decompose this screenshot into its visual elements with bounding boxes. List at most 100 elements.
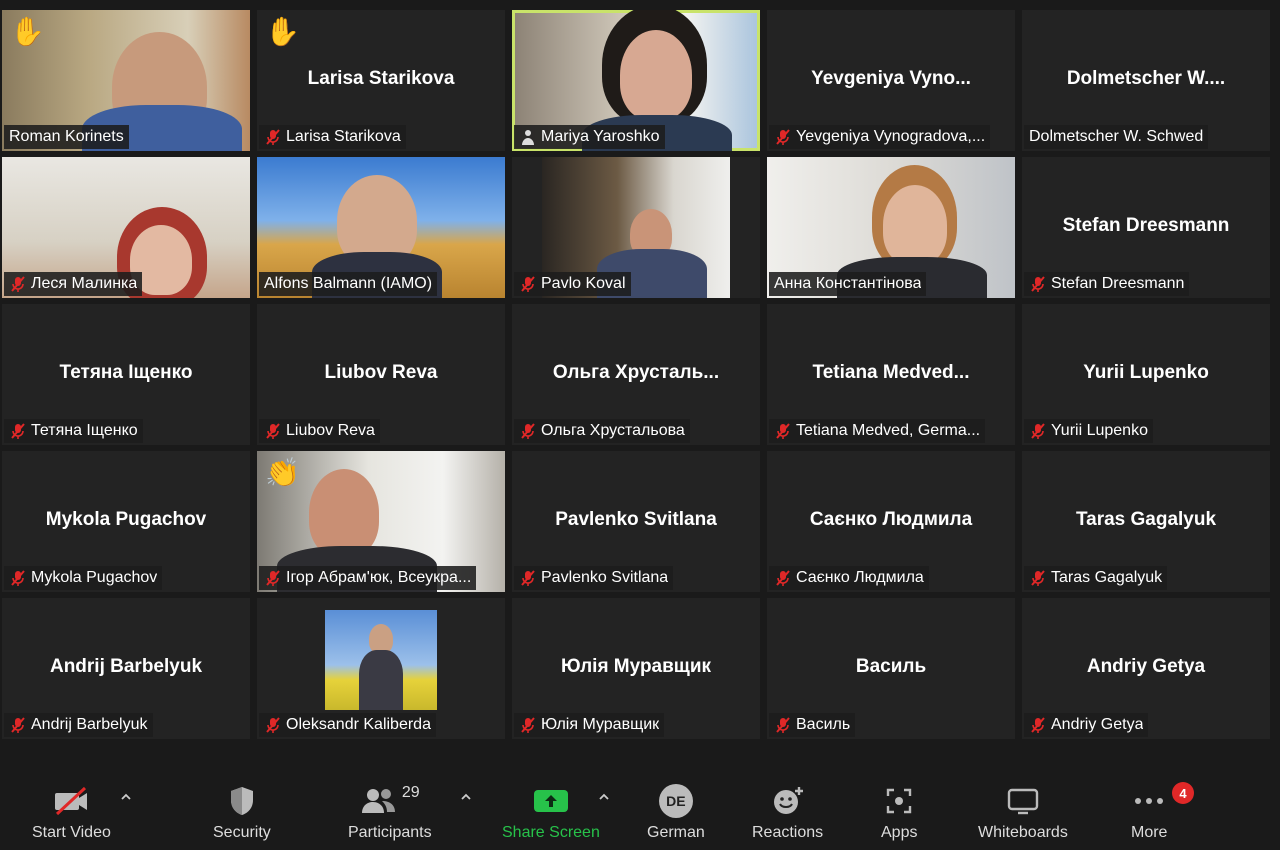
participant-tile[interactable]: Pavlo Koval — [512, 157, 760, 298]
participants-count: 29 — [401, 784, 420, 801]
whiteboard-icon — [1007, 788, 1039, 815]
participant-name-label: Dolmetscher W. Schwed — [1024, 125, 1209, 149]
participant-name-label: Larisa Starikova — [259, 125, 406, 149]
participant-tile[interactable]: Dolmetscher W.... Dolmetscher W. Schwed — [1022, 10, 1270, 151]
participant-tile[interactable]: ✋ Larisa Starikova Larisa Starikova — [257, 10, 505, 151]
participant-name-label: Stefan Dreesmann — [1024, 272, 1190, 296]
participant-display-name: Юлія Муравщик — [560, 656, 712, 677]
reactions-button[interactable]: Reactions — [752, 784, 823, 842]
apps-icon — [887, 788, 912, 814]
participants-label: Participants — [348, 824, 432, 841]
smiley-plus-icon — [773, 787, 803, 814]
start-video-button[interactable]: Start Video — [32, 784, 111, 842]
muted-mic-icon — [776, 717, 790, 733]
participant-tile[interactable]: 👏 Ігор Абрам'юк, Всеукра... — [257, 451, 505, 592]
whiteboards-label: Whiteboards — [978, 824, 1068, 841]
more-dots-icon — [1135, 798, 1164, 804]
muted-mic-icon — [776, 129, 790, 145]
participant-display-name: Саєнко Людмила — [809, 509, 973, 530]
share-screen-icon — [533, 790, 568, 812]
participant-video — [620, 30, 692, 120]
participant-tile-active-speaker[interactable]: Mariya Yaroshko — [512, 10, 760, 151]
apps-button[interactable]: Apps — [881, 784, 917, 842]
participant-name-label: Василь — [769, 713, 856, 737]
participant-name-label: Тетяна Іщенко — [4, 419, 143, 443]
language-label: German — [647, 824, 705, 841]
more-label: More — [1131, 824, 1168, 841]
muted-mic-icon — [11, 276, 25, 292]
security-button[interactable]: Security — [213, 784, 271, 842]
participant-display-name: Василь — [855, 656, 927, 677]
participant-tile[interactable]: Леся Малинка — [2, 157, 250, 298]
language-avatar-text: DE — [666, 793, 686, 809]
participant-tile[interactable]: Ольга Хрусталь... Ольга Хрустальова — [512, 304, 760, 445]
profile-picture — [359, 650, 403, 710]
participant-name-label: Леся Малинка — [4, 272, 143, 296]
participant-tile[interactable]: ✋ Roman Korinets — [2, 10, 250, 151]
muted-mic-icon — [11, 717, 25, 733]
participant-tile[interactable]: Tetiana Medved... Tetiana Medved, Germa.… — [767, 304, 1015, 445]
participant-video — [309, 469, 379, 557]
participant-name-label: Oleksandr Kaliberda — [259, 713, 436, 737]
muted-mic-icon — [266, 423, 280, 439]
participant-name-label: Ольга Хрустальова — [514, 419, 690, 443]
participant-tile[interactable]: Stefan Dreesmann Stefan Dreesmann — [1022, 157, 1270, 298]
participant-tile[interactable]: Taras Gagalyuk Taras Gagalyuk — [1022, 451, 1270, 592]
muted-mic-icon — [1031, 423, 1045, 439]
muted-mic-icon — [521, 423, 535, 439]
participant-tile[interactable]: Yurii Lupenko Yurii Lupenko — [1022, 304, 1270, 445]
participant-display-name: Tetiana Medved... — [812, 362, 970, 383]
video-grid: ✋ Roman Korinets ✋ Larisa Starikova Lari… — [0, 10, 1280, 750]
participant-tile[interactable]: Василь Василь — [767, 598, 1015, 739]
participant-video — [883, 185, 947, 265]
share-screen-button[interactable]: Share Screen — [502, 784, 600, 842]
muted-mic-icon — [1031, 276, 1045, 292]
participant-tile[interactable]: Liubov Reva Liubov Reva — [257, 304, 505, 445]
participant-name-label: Liubov Reva — [259, 419, 380, 443]
participant-tile[interactable]: Тетяна Іщенко Тетяна Іщенко — [2, 304, 250, 445]
participant-display-name: Yurii Lupenko — [1083, 362, 1209, 383]
security-label: Security — [213, 824, 271, 841]
participant-name-label: Alfons Balmann (IAMO) — [259, 272, 438, 296]
participant-name-label: Юлія Муравщик — [514, 713, 665, 737]
whiteboards-button[interactable]: Whiteboards — [978, 784, 1068, 842]
meeting-toolbar: Start Video Security 29 Participants Sha… — [0, 760, 1280, 850]
participant-display-name: Andriy Getya — [1086, 656, 1206, 677]
clapping-hands-icon: 👏 — [265, 457, 300, 488]
participant-tile[interactable]: Pavlenko Svitlana Pavlenko Svitlana — [512, 451, 760, 592]
reactions-label: Reactions — [752, 824, 824, 841]
profile-picture — [325, 610, 437, 710]
participant-tile[interactable]: Andriy Getya Andriy Getya — [1022, 598, 1270, 739]
video-off-icon — [55, 786, 88, 816]
participant-tile[interactable]: Oleksandr Kaliberda — [257, 598, 505, 739]
participant-tile[interactable]: Саєнко Людмила Саєнко Людмила — [767, 451, 1015, 592]
participant-tile[interactable]: Юлія Муравщик Юлія Муравщик — [512, 598, 760, 739]
share-screen-label: Share Screen — [502, 824, 600, 841]
chevron-up-icon[interactable] — [597, 790, 611, 804]
chevron-up-icon[interactable] — [119, 790, 133, 804]
participant-tile[interactable]: Анна Константінова — [767, 157, 1015, 298]
muted-mic-icon — [521, 276, 535, 292]
start-video-label: Start Video — [32, 824, 111, 841]
shield-icon — [230, 787, 253, 815]
muted-mic-icon — [776, 423, 790, 439]
participant-display-name: Тетяна Іщенко — [59, 362, 193, 383]
more-button[interactable]: More — [1131, 784, 1167, 842]
participants-button[interactable]: 29 Participants — [348, 784, 432, 842]
interpretation-language-button[interactable]: DE German — [647, 784, 705, 842]
participant-display-name: Mykola Pugachov — [45, 509, 207, 530]
participant-name-label: Roman Korinets — [4, 125, 129, 149]
muted-mic-icon — [1031, 570, 1045, 586]
participant-tile[interactable]: Alfons Balmann (IAMO) — [257, 157, 505, 298]
chevron-up-icon[interactable] — [459, 790, 473, 804]
participant-name-label: Andrij Barbelyuk — [4, 713, 153, 737]
participant-tile[interactable]: Andrij Barbelyuk Andrij Barbelyuk — [2, 598, 250, 739]
muted-mic-icon — [521, 717, 535, 733]
participant-display-name: Yevgeniya Vyno... — [811, 68, 971, 89]
raised-hand-icon: ✋ — [265, 16, 300, 47]
participant-display-name: Stefan Dreesmann — [1062, 215, 1230, 236]
participant-display-name: Dolmetscher W.... — [1066, 68, 1226, 89]
participant-name-label: Taras Gagalyuk — [1024, 566, 1168, 590]
participant-tile[interactable]: Mykola Pugachov Mykola Pugachov — [2, 451, 250, 592]
participant-tile[interactable]: Yevgeniya Vyno... Yevgeniya Vynogradova,… — [767, 10, 1015, 151]
